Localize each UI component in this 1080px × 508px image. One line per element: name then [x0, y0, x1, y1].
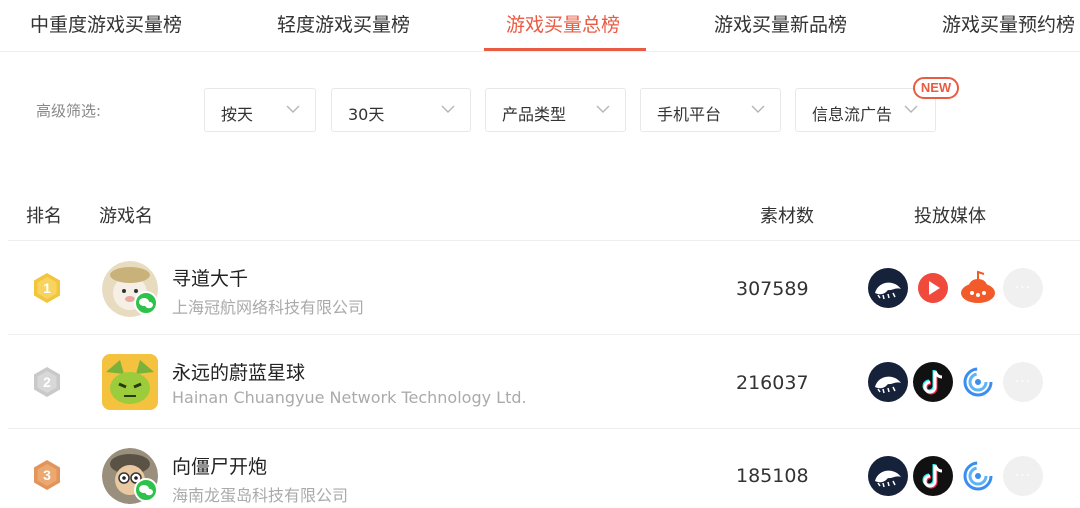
- product-type-select[interactable]: 产品类型: [485, 88, 626, 132]
- tab-casual-ranking[interactable]: 轻度游戏买量榜: [277, 10, 410, 37]
- company-name: 上海冠航网络科技有限公司: [172, 298, 365, 317]
- more-icon[interactable]: ···: [1003, 268, 1043, 308]
- divider: [8, 334, 1080, 335]
- select-value: 按天: [221, 105, 254, 124]
- chevron-down-icon: [286, 105, 300, 113]
- tab-reservation-ranking[interactable]: 游戏买量预约榜: [942, 10, 1075, 37]
- red-play-icon[interactable]: [913, 268, 953, 308]
- ranking-tabs: 中重度游戏买量榜 轻度游戏买量榜 游戏买量总榜 游戏买量新品榜 游戏买量预约榜: [0, 0, 1080, 52]
- platform-select[interactable]: 手机平台: [640, 88, 781, 132]
- header-asset-count: 素材数: [760, 206, 814, 227]
- header-rank: 排名: [26, 206, 62, 227]
- date-granularity-select[interactable]: 按天: [204, 88, 316, 132]
- header-game-name: 游戏名: [99, 206, 153, 227]
- rank-number: 2: [43, 374, 51, 390]
- game-name[interactable]: 永远的蔚蓝星球: [172, 358, 305, 385]
- wechat-icon: [134, 478, 158, 502]
- tab-midcore-ranking[interactable]: 中重度游戏买量榜: [30, 10, 182, 37]
- asset-count: 307589: [736, 278, 809, 300]
- blue-rings-icon[interactable]: [958, 456, 998, 496]
- chevron-down-icon: [441, 105, 455, 113]
- company-name: 海南龙蛋岛科技有限公司: [172, 486, 349, 505]
- tab-overall-ranking[interactable]: 游戏买量总榜: [506, 10, 620, 37]
- divider: [8, 428, 1080, 429]
- filter-label: 高级筛选:: [36, 102, 102, 120]
- divider: [8, 240, 1080, 241]
- more-icon[interactable]: ···: [1003, 456, 1043, 496]
- whale-icon[interactable]: [868, 362, 908, 402]
- select-value: 30天: [348, 105, 385, 124]
- date-range-select[interactable]: 30天: [331, 88, 471, 132]
- company-name: Hainan Chuangyue Network Technology Ltd.: [172, 388, 527, 407]
- rank-medal-silver-icon: 2: [34, 367, 60, 397]
- tiktok-icon[interactable]: [913, 362, 953, 402]
- rank-number: 1: [43, 280, 51, 296]
- tiktok-icon[interactable]: [913, 456, 953, 496]
- game-avatar[interactable]: [102, 354, 158, 410]
- select-value: 信息流广告: [812, 105, 893, 124]
- rank-medal-bronze-icon: 3: [34, 460, 60, 490]
- blue-rings-icon[interactable]: [958, 362, 998, 402]
- rank-medal-gold-icon: 1: [34, 273, 60, 303]
- chevron-down-icon: [596, 105, 610, 113]
- asset-count: 185108: [736, 465, 809, 487]
- select-value: 产品类型: [502, 105, 567, 124]
- asset-count: 216037: [736, 372, 809, 394]
- game-name[interactable]: 向僵尸开炮: [172, 452, 267, 479]
- more-icon[interactable]: ···: [1003, 362, 1043, 402]
- chevron-down-icon: [904, 105, 918, 113]
- game-name[interactable]: 寻道大千: [172, 264, 248, 291]
- chevron-down-icon: [751, 105, 765, 113]
- whale-icon[interactable]: [868, 268, 908, 308]
- active-tab-indicator: [484, 48, 646, 51]
- whale-icon[interactable]: [868, 456, 908, 496]
- wechat-icon: [134, 291, 158, 315]
- select-value: 手机平台: [657, 105, 722, 124]
- orange-ufo-icon[interactable]: [958, 268, 998, 308]
- rank-number: 3: [43, 467, 51, 483]
- new-badge: NEW: [913, 77, 959, 99]
- header-media: 投放媒体: [914, 206, 986, 227]
- tab-new-products-ranking[interactable]: 游戏买量新品榜: [714, 10, 847, 37]
